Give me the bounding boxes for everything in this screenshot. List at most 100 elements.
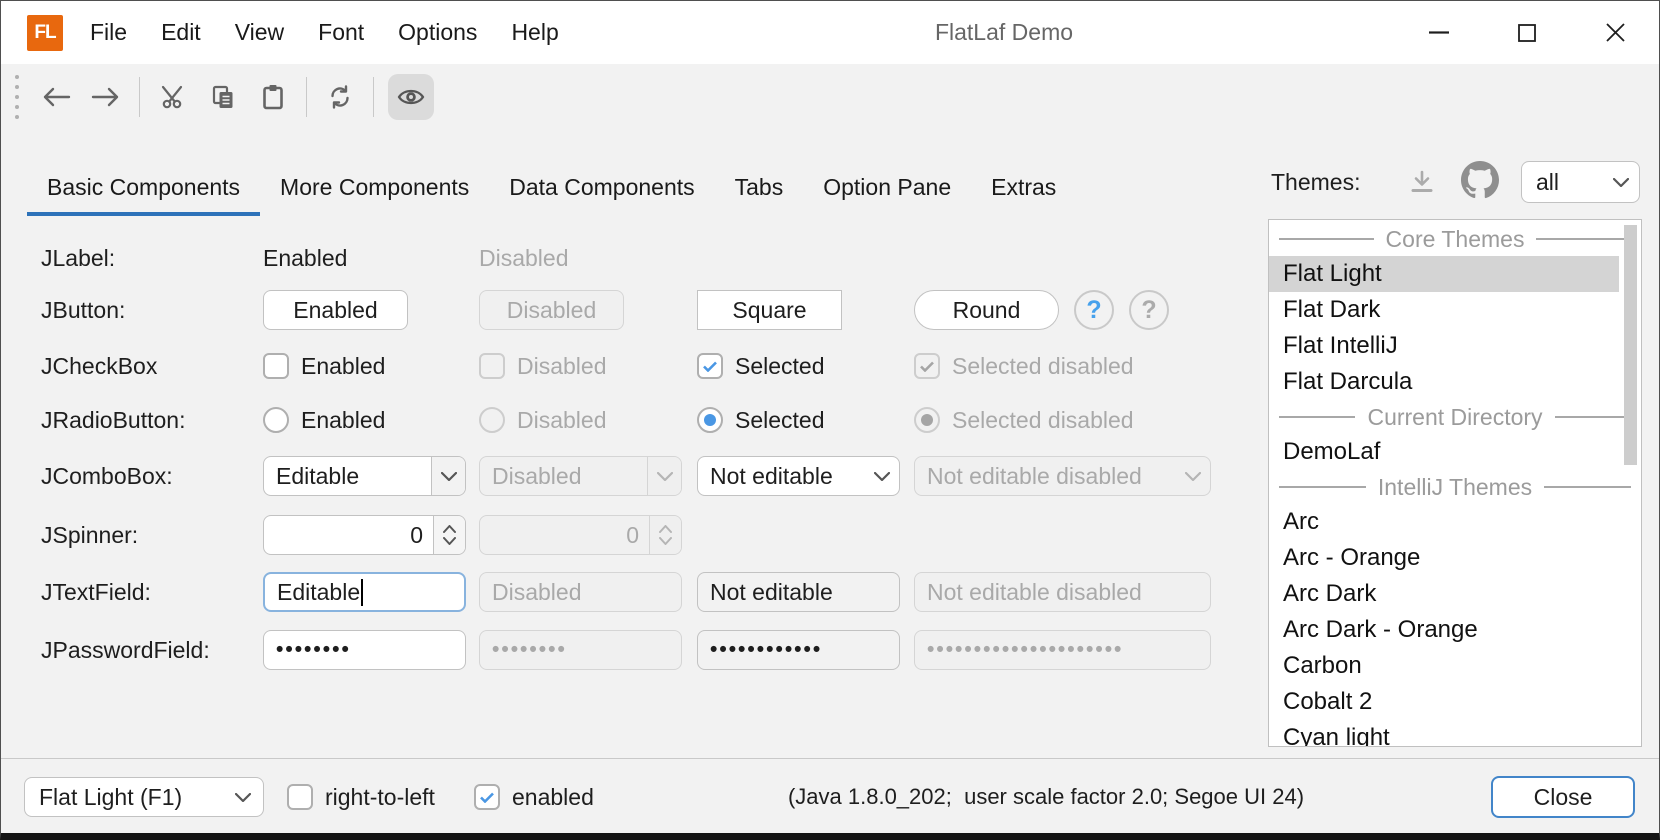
spinner-value[interactable]: 0 bbox=[264, 516, 433, 554]
refresh-button[interactable] bbox=[315, 73, 365, 121]
combobox-disabled: Disabled bbox=[479, 456, 682, 496]
theme-list-item[interactable]: Flat IntelliJ bbox=[1269, 328, 1619, 364]
jtextfield-row-label: JTextField: bbox=[41, 579, 263, 606]
download-icon bbox=[1409, 170, 1435, 194]
jspinner-row: JSpinner: 0 0 bbox=[41, 507, 697, 563]
checkbox-disabled-label: Disabled bbox=[517, 353, 607, 380]
forward-button[interactable] bbox=[81, 73, 131, 121]
tab-more-components[interactable]: More Components bbox=[260, 158, 489, 216]
checkbox-selected-disabled bbox=[914, 353, 940, 379]
laf-selector-combobox[interactable]: Flat Light (F1) bbox=[24, 777, 264, 817]
titlebar: FL File Edit View Font Options Help Flat… bbox=[1, 1, 1659, 64]
jlabel-enabled: Enabled bbox=[263, 245, 347, 272]
tab-basic-components[interactable]: Basic Components bbox=[27, 158, 260, 216]
menu-file[interactable]: File bbox=[73, 1, 144, 64]
theme-list-item[interactable]: Cyan light bbox=[1269, 720, 1619, 747]
themes-list: Core ThemesFlat LightFlat DarkFlat Intel… bbox=[1268, 219, 1642, 747]
radio-selected[interactable] bbox=[697, 407, 723, 433]
tab-tabs[interactable]: Tabs bbox=[715, 158, 804, 216]
spinner-enabled[interactable]: 0 bbox=[263, 515, 466, 555]
tab-bar: Basic Components More Components Data Co… bbox=[27, 158, 1076, 216]
laf-selector-value: Flat Light (F1) bbox=[25, 784, 223, 811]
textfield-disabled-value: Disabled bbox=[492, 579, 582, 606]
paste-button[interactable] bbox=[248, 73, 298, 121]
jpasswordfield-row-label: JPasswordField: bbox=[41, 637, 263, 664]
minimize-icon bbox=[1429, 31, 1449, 34]
password-dots: •••••••• bbox=[276, 630, 351, 670]
tab-option-pane[interactable]: Option Pane bbox=[803, 158, 971, 216]
theme-list-item[interactable]: Arc Dark - Orange bbox=[1269, 612, 1619, 648]
minimize-button[interactable] bbox=[1395, 1, 1483, 64]
tab-data-components[interactable]: Data Components bbox=[489, 158, 714, 216]
close-button[interactable]: Close bbox=[1491, 776, 1635, 818]
jbutton-round-button[interactable]: Round bbox=[914, 290, 1059, 330]
menu-help[interactable]: Help bbox=[494, 1, 575, 64]
eye-icon bbox=[397, 87, 425, 107]
toolbar-grip-handle[interactable] bbox=[15, 75, 19, 119]
toolbar-separator bbox=[139, 77, 140, 117]
jbutton-enabled-button[interactable]: Enabled bbox=[263, 290, 408, 330]
show-toggle-button[interactable] bbox=[388, 74, 434, 120]
theme-list-item[interactable]: Flat Dark bbox=[1269, 292, 1619, 328]
theme-list-item[interactable]: Flat Light bbox=[1269, 256, 1619, 292]
copy-button[interactable] bbox=[198, 73, 248, 121]
spinner-arrows[interactable] bbox=[433, 516, 465, 554]
back-button[interactable] bbox=[31, 73, 81, 121]
radio-selected-disabled-label: Selected disabled bbox=[952, 407, 1134, 434]
tab-extras[interactable]: Extras bbox=[971, 158, 1076, 216]
spinner-arrows bbox=[649, 516, 681, 554]
passwordfield-not-editable-disabled: ••••••••••••••••••••• bbox=[914, 630, 1211, 670]
window-title: FlatLaf Demo bbox=[935, 1, 1073, 64]
themes-filter-combobox[interactable]: all bbox=[1521, 161, 1640, 203]
themes-label: Themes: bbox=[1271, 161, 1360, 203]
menubar: File Edit View Font Options Help bbox=[73, 1, 576, 64]
theme-list-item[interactable]: Arc Dark bbox=[1269, 576, 1619, 612]
themes-list-inner: Core ThemesFlat LightFlat DarkFlat Intel… bbox=[1269, 220, 1641, 747]
menu-edit[interactable]: Edit bbox=[144, 1, 218, 64]
close-window-button[interactable] bbox=[1571, 1, 1659, 64]
jpasswordfield-row: JPasswordField: •••••••• •••••••• ••••••… bbox=[41, 622, 1211, 678]
rtl-checkbox-group: right-to-left bbox=[287, 777, 435, 817]
radio-disabled bbox=[479, 407, 505, 433]
menu-view[interactable]: View bbox=[218, 1, 301, 64]
download-themes-button[interactable] bbox=[1403, 163, 1441, 201]
radio-enabled[interactable] bbox=[263, 407, 289, 433]
jbutton-square-button[interactable]: Square bbox=[697, 290, 842, 330]
help-button[interactable]: ? bbox=[1074, 290, 1114, 330]
combobox-editable[interactable]: Editable bbox=[263, 456, 466, 496]
combobox-editable-value[interactable]: Editable bbox=[264, 457, 431, 495]
jspinner-row-label: JSpinner: bbox=[41, 522, 263, 549]
checkbox-enabled[interactable] bbox=[263, 353, 289, 379]
textfield-not-editable-disabled: Not editable disabled bbox=[914, 572, 1211, 612]
paste-clipboard-icon bbox=[261, 84, 285, 110]
combobox-not-editable[interactable]: Not editable bbox=[697, 456, 900, 496]
theme-group-separator: Current Directory bbox=[1269, 400, 1641, 434]
theme-list-item[interactable]: DemoLaf bbox=[1269, 434, 1619, 470]
chevron-down-icon[interactable] bbox=[431, 457, 465, 495]
cut-button[interactable] bbox=[148, 73, 198, 121]
right-to-left-label: right-to-left bbox=[325, 784, 435, 811]
theme-list-item[interactable]: Flat Darcula bbox=[1269, 364, 1619, 400]
toolbar-separator bbox=[306, 77, 307, 117]
forward-arrow-icon bbox=[91, 86, 121, 108]
textfield-not-editable-value: Not editable bbox=[710, 579, 833, 606]
menu-options[interactable]: Options bbox=[381, 1, 494, 64]
github-link-button[interactable] bbox=[1459, 159, 1501, 201]
textfield-editable[interactable]: Editable bbox=[263, 572, 466, 612]
checkbox-selected[interactable] bbox=[697, 353, 723, 379]
passwordfield-enabled[interactable]: •••••••• bbox=[263, 630, 466, 670]
theme-list-item[interactable]: Arc bbox=[1269, 504, 1619, 540]
checkbox-disabled bbox=[479, 353, 505, 379]
theme-list-item[interactable]: Carbon bbox=[1269, 648, 1619, 684]
window-controls bbox=[1395, 1, 1659, 64]
maximize-button[interactable] bbox=[1483, 1, 1571, 64]
themes-list-scrollbar[interactable] bbox=[1624, 225, 1637, 465]
theme-list-item[interactable]: Arc - Orange bbox=[1269, 540, 1619, 576]
theme-group-separator: Core Themes bbox=[1269, 222, 1641, 256]
theme-list-item[interactable]: Cobalt 2 bbox=[1269, 684, 1619, 720]
chevron-up-icon bbox=[443, 525, 456, 533]
menu-font[interactable]: Font bbox=[301, 1, 381, 64]
right-to-left-checkbox[interactable] bbox=[287, 784, 313, 810]
enabled-checkbox[interactable] bbox=[474, 784, 500, 810]
jcheckbox-row: JCheckBox Enabled Disabled Selected Sele… bbox=[41, 338, 1211, 394]
